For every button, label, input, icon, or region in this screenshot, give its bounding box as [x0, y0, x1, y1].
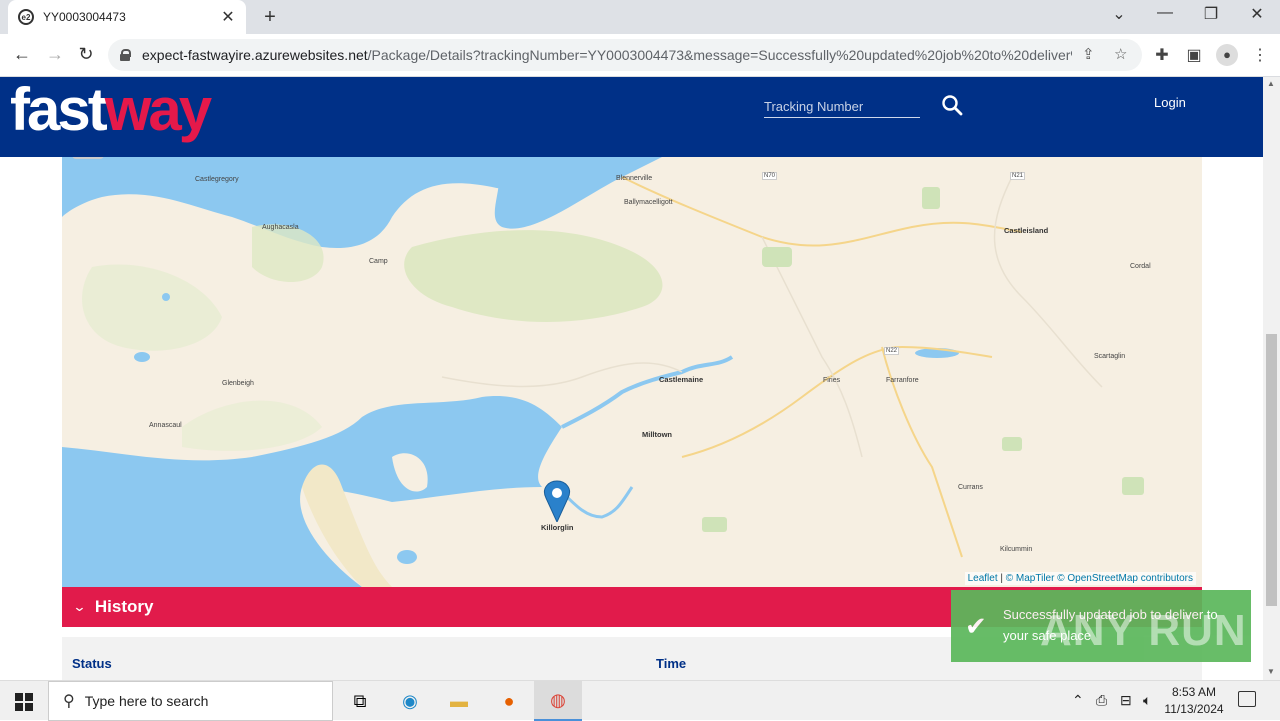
- map-place-label: Farranfore: [886, 377, 919, 384]
- search-icon: ⚲: [63, 693, 75, 710]
- map-attribution: Leaflet | © MapTiler © OpenStreetMap con…: [964, 572, 1196, 585]
- browser-menu-icon[interactable]: ⋮: [1250, 45, 1270, 65]
- clock-time: 8:53 AM: [1171, 685, 1217, 699]
- notification-center-icon[interactable]: [1238, 691, 1256, 707]
- map-place-label: Scartaglin: [1094, 353, 1126, 360]
- map-place-label: Castlemaine: [659, 375, 704, 384]
- edge-icon[interactable]: ◉: [386, 681, 434, 721]
- road-label: N21: [1010, 172, 1026, 180]
- restore-button[interactable]: ❐: [1196, 4, 1226, 24]
- file-explorer-icon[interactable]: ▬: [435, 681, 483, 721]
- network-icon[interactable]: ⊟: [1120, 692, 1132, 709]
- map-place-label: Milltown: [642, 430, 672, 439]
- map-place-label: Aughacasla: [262, 224, 299, 231]
- lock-icon: [120, 49, 131, 61]
- map-place-label: Currans: [958, 484, 983, 491]
- page-scrollbar[interactable]: ▲ ▼: [1263, 77, 1280, 680]
- forward-button[interactable]: →: [43, 44, 67, 65]
- history-title: History: [94, 597, 154, 616]
- address-bar[interactable]: expect-fastwayire.azurewebsites.net/Pack…: [108, 39, 1142, 71]
- url-text[interactable]: expect-fastwayire.azurewebsites.net/Pack…: [142, 47, 1072, 63]
- delivery-map[interactable]: Castlegregory Aughacasla Camp Glenbeigh …: [62, 157, 1202, 587]
- map-place-label: Ballymacelligott: [624, 199, 673, 206]
- osm-link[interactable]: © OpenStreetMap contributors: [1057, 573, 1193, 584]
- map-place-label: Annascaul: [149, 422, 182, 429]
- tracking-number-input[interactable]: [764, 95, 920, 117]
- extensions-icon[interactable]: ✚: [1152, 45, 1172, 65]
- task-view-icon[interactable]: ⧉: [336, 681, 384, 721]
- scroll-up-icon[interactable]: ▲: [1267, 79, 1275, 88]
- system-clock[interactable]: 8:53 AM 11/13/2024: [1160, 684, 1228, 718]
- show-hidden-icons-icon[interactable]: ⌃: [1072, 692, 1084, 709]
- firefox-icon[interactable]: ●: [485, 681, 533, 721]
- map-tiles: [62, 157, 1144, 587]
- location-marker-icon[interactable]: [543, 480, 571, 522]
- back-button[interactable]: ←: [10, 44, 34, 65]
- anyrun-watermark: ANY RUN: [1040, 606, 1247, 655]
- maptiler-link[interactable]: © MapTiler: [1006, 573, 1055, 584]
- browser-tab[interactable]: e2 YY0003004473 ✕: [8, 0, 246, 34]
- device-icon[interactable]: ⎙: [1096, 692, 1107, 709]
- map-place-label: Kilcummin: [1000, 546, 1033, 553]
- profile-avatar-icon[interactable]: ●: [1216, 44, 1238, 66]
- new-tab-button[interactable]: +: [260, 6, 280, 29]
- login-link[interactable]: Login: [1154, 95, 1186, 110]
- map-place-label: Blennerville: [616, 175, 653, 182]
- clock-date: 11/13/2024: [1164, 702, 1224, 716]
- volume-icon[interactable]: 🔈︎: [1143, 692, 1151, 709]
- leaflet-link[interactable]: Leaflet: [968, 573, 998, 584]
- tab-search-chevron-icon[interactable]: ⌄: [1104, 4, 1134, 24]
- map-place-label: Firies: [823, 377, 841, 384]
- side-panel-icon[interactable]: ▣: [1184, 45, 1204, 65]
- time-column-header: Time: [656, 656, 687, 671]
- map-place-label: Glenbeigh: [222, 380, 254, 387]
- bookmark-star-icon[interactable]: ☆: [1114, 45, 1127, 63]
- map-place-label: Castleisland: [1004, 226, 1049, 235]
- road-label: N22: [884, 347, 900, 355]
- reload-button[interactable]: ↻: [74, 44, 98, 65]
- tab-title: YY0003004473: [43, 10, 126, 24]
- tracking-number-field[interactable]: [764, 95, 920, 118]
- fastway-logo[interactable]: fastway: [10, 80, 212, 140]
- map-place-label: Camp: [369, 258, 388, 265]
- map-place-label: Castlegregory: [195, 176, 239, 183]
- status-column-header: Status: [72, 656, 112, 671]
- road-label: N70: [762, 172, 778, 180]
- search-icon[interactable]: [941, 94, 963, 116]
- taskbar-search-box[interactable]: ⚲ Type here to search: [48, 681, 333, 721]
- checkmark-icon: ✔: [965, 610, 987, 641]
- close-tab-icon[interactable]: ✕: [220, 7, 236, 27]
- chevron-down-icon: ⌄: [72, 599, 87, 614]
- windows-start-icon[interactable]: [15, 693, 33, 711]
- browser-toolbar: ← → ↻ expect-fastwayire.azurewebsites.ne…: [0, 34, 1280, 77]
- scroll-down-icon[interactable]: ▼: [1267, 667, 1275, 676]
- taskbar-search-placeholder: Type here to search: [84, 693, 209, 709]
- map-place-label: Cordal: [1130, 263, 1151, 270]
- windows-taskbar: ⚲ Type here to search ⧉ ◉ ▬ ● ◍ ⌃ ⎙ ⊟ 🔈︎…: [0, 680, 1280, 721]
- site-favicon-icon: e2: [18, 9, 34, 25]
- browser-tab-strip: e2 YY0003004473 ✕ + ⌄ — ❐ ✕: [0, 0, 1280, 34]
- scrollbar-thumb[interactable]: [1266, 334, 1277, 606]
- map-zoom-control[interactable]: [72, 157, 104, 159]
- close-window-button[interactable]: ✕: [1242, 4, 1272, 24]
- share-icon[interactable]: ⇪: [1082, 45, 1095, 63]
- chrome-icon[interactable]: ◍: [534, 681, 582, 721]
- map-place-label: Killorglin: [541, 523, 574, 532]
- minimize-button[interactable]: —: [1150, 4, 1180, 22]
